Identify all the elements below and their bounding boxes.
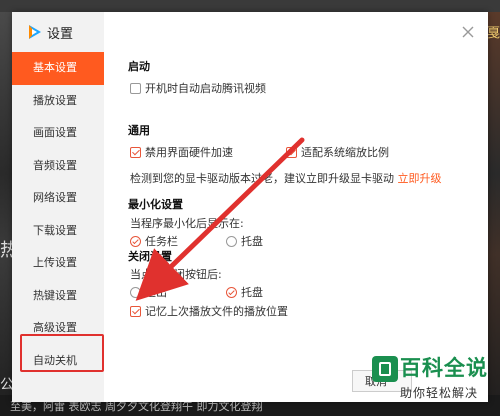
- section-title-minimize: 最小化设置: [128, 198, 183, 211]
- dialog-title: 设置: [47, 26, 74, 42]
- background-left-panel: [0, 12, 12, 416]
- remember-position-label: 记忆上次播放文件的播放位置: [145, 305, 288, 318]
- tencent-video-logo-icon: [26, 24, 42, 40]
- auto-start-checkbox[interactable]: [130, 82, 141, 94]
- driver-notice: 检测到您的显卡驱动版本过老，建议立即升级显卡驱动 立即升级: [130, 170, 442, 186]
- section-title-startup: 启动: [128, 60, 150, 73]
- remember-position-checkbox-row[interactable]: 记忆上次播放文件的播放位置: [130, 303, 288, 319]
- sidebar-item-hotkeys[interactable]: 热键设置: [12, 280, 104, 313]
- sidebar-item-basic[interactable]: 基本设置: [12, 52, 104, 85]
- fit-scale-checkbox[interactable]: [286, 146, 297, 158]
- sidebar-item-download[interactable]: 下载设置: [12, 215, 104, 248]
- background-right-text: 戛: [486, 26, 500, 41]
- fit-scale-checkbox-row[interactable]: 适配系统缩放比例: [286, 144, 389, 160]
- close-tray-radio[interactable]: [226, 286, 237, 298]
- sidebar-item-picture[interactable]: 画面设置: [12, 117, 104, 150]
- close-exit-label: 退出: [145, 286, 167, 299]
- annotation-highlight-box: [20, 334, 104, 372]
- remember-position-checkbox[interactable]: [130, 305, 141, 317]
- sidebar-item-playback[interactable]: 播放设置: [12, 85, 104, 118]
- minimize-tray-label: 托盘: [241, 235, 263, 248]
- fit-scale-label: 适配系统缩放比例: [301, 146, 389, 159]
- sidebar-item-audio[interactable]: 音频设置: [12, 150, 104, 183]
- section-title-general: 通用: [128, 124, 150, 137]
- minimize-taskbar-radio-row[interactable]: 任务栏: [130, 233, 178, 249]
- settings-content: 启动 开机时自动启动腾讯视频 通用 禁用界面硬件加速 适配系统缩放比例 检测到您…: [128, 12, 478, 402]
- minimize-desc: 当程序最小化后显示在:: [130, 217, 244, 230]
- hw-accel-checkbox-row[interactable]: 禁用界面硬件加速: [130, 144, 233, 160]
- minimize-tray-radio-row[interactable]: 托盘: [226, 233, 263, 249]
- upgrade-driver-link[interactable]: 立即升级: [398, 172, 442, 185]
- settings-dialog: 设置 基本设置 播放设置 画面设置 音频设置 网络设置 下载设置 上传设置 热键…: [12, 12, 488, 402]
- close-tray-label: 托盘: [241, 286, 263, 299]
- watermark-logo-icon: [372, 356, 398, 382]
- hw-accel-checkbox[interactable]: [130, 146, 141, 158]
- sidebar-item-upload[interactable]: 上传设置: [12, 247, 104, 280]
- minimize-taskbar-label: 任务栏: [145, 235, 178, 248]
- driver-notice-text: 检测到您的显卡驱动版本过老，建议立即升级显卡驱动: [130, 172, 394, 185]
- minimize-taskbar-radio[interactable]: [130, 235, 141, 247]
- minimize-tray-radio[interactable]: [226, 235, 237, 247]
- dialog-title-bar: 设置: [26, 22, 73, 42]
- sidebar-item-network[interactable]: 网络设置: [12, 182, 104, 215]
- auto-start-label: 开机时自动启动腾讯视频: [145, 82, 266, 95]
- settings-nav: 基本设置 播放设置 画面设置 音频设置 网络设置 下载设置 上传设置 热键设置 …: [12, 52, 104, 377]
- close-exit-radio-row[interactable]: 退出: [130, 284, 167, 300]
- hw-accel-label: 禁用界面硬件加速: [145, 146, 233, 159]
- auto-start-checkbox-row[interactable]: 开机时自动启动腾讯视频: [130, 80, 266, 96]
- background-top-strip: [0, 0, 500, 12]
- watermark-title: 百科全说: [400, 356, 488, 380]
- close-exit-radio[interactable]: [130, 286, 141, 298]
- close-tray-radio-row[interactable]: 托盘: [226, 284, 263, 300]
- section-title-close: 关闭设置: [128, 250, 172, 263]
- watermark-subtitle: 助你轻松解决: [400, 386, 479, 400]
- watermark: 百科全说 助你轻松解决: [370, 352, 500, 416]
- close-desc: 当点击关闭按钮后:: [130, 268, 222, 281]
